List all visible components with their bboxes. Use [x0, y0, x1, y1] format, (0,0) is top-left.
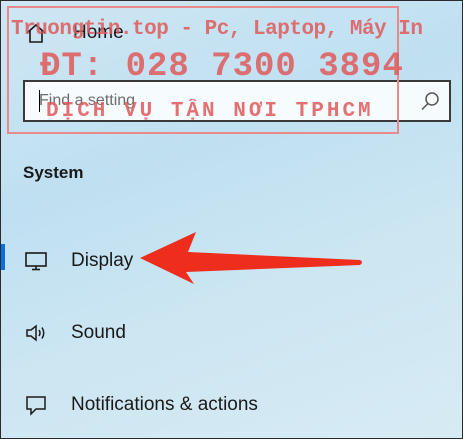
nav-item-sound[interactable]: Sound — [0, 316, 463, 350]
monitor-icon — [22, 247, 50, 275]
nav-item-display[interactable]: Display — [0, 244, 463, 278]
notification-icon — [22, 391, 50, 419]
watermark-line-2: ĐT: 028 7300 3894 — [40, 48, 404, 86]
watermark-line-1: Truongtin.top - Pc, Laptop, Máy In — [11, 18, 423, 41]
watermark-line-3: DỊCH VỤ TẬN NƠI TPHCM — [46, 100, 374, 123]
nav-item-label: Notifications & actions — [71, 394, 258, 415]
nav-item-notifications[interactable]: Notifications & actions — [0, 388, 463, 422]
section-title-system: System — [23, 163, 84, 182]
nav-item-label: Sound — [71, 322, 126, 343]
speaker-icon — [22, 319, 50, 347]
nav-item-label: Display — [71, 250, 134, 271]
search-icon[interactable] — [419, 90, 441, 112]
